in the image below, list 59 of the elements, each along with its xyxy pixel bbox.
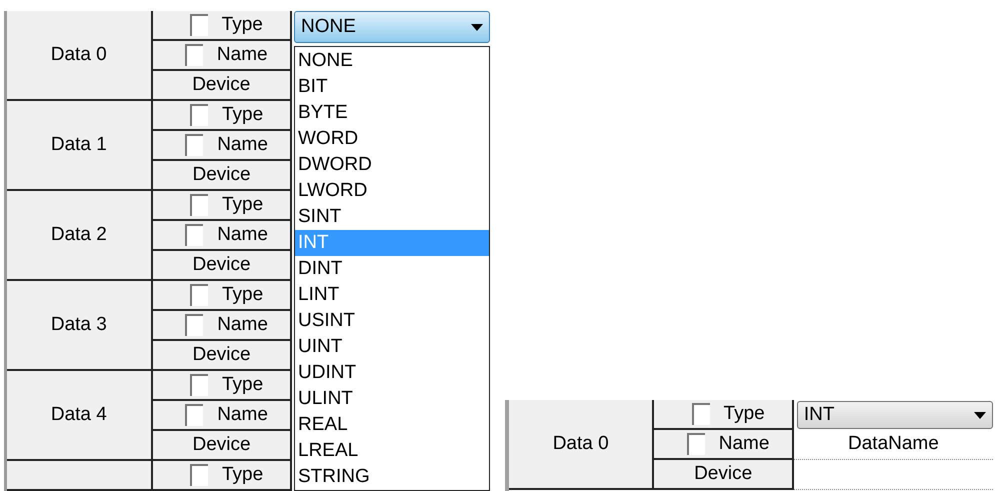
table-cell: Device <box>152 161 292 191</box>
checkbox[interactable] <box>184 44 203 66</box>
row-label: Type <box>222 282 264 307</box>
dropdown-option[interactable]: BYTE <box>295 100 489 126</box>
table-cell: Data 0 <box>509 400 654 490</box>
row-label: Type <box>724 402 765 426</box>
dropdown-option[interactable]: USINT <box>295 308 489 334</box>
checkbox[interactable] <box>190 14 208 36</box>
checkbox[interactable] <box>190 194 208 216</box>
name-field[interactable]: DataName <box>848 430 939 459</box>
dropdown-option[interactable]: DWORD <box>295 152 489 178</box>
dropdown-option[interactable]: LINT <box>295 282 489 308</box>
table-cell: Data 2 <box>7 191 153 281</box>
dropdown-option[interactable]: UINT <box>295 334 489 360</box>
dropdown-option[interactable]: UDINT <box>295 360 489 386</box>
table-cell: Device <box>152 71 292 101</box>
table-cell: Device <box>152 251 292 281</box>
row-label: Type <box>222 12 263 37</box>
table-cell: Device <box>152 341 292 371</box>
table-cell: Data 1 <box>7 101 153 191</box>
row-label: Name <box>217 402 268 427</box>
row-label: Type <box>222 462 264 487</box>
table-cell: Data 3 <box>7 281 153 371</box>
row-label: Type <box>222 372 264 397</box>
row-label: Name <box>216 42 268 67</box>
table-cell: Device <box>654 460 794 490</box>
table-cell: Data 0 <box>7 11 152 101</box>
row-label: Name <box>217 222 268 247</box>
checkbox[interactable] <box>190 104 208 126</box>
dropdown-option[interactable]: REAL <box>295 412 489 438</box>
dropdown-option[interactable]: STRING <box>295 464 489 490</box>
checkbox[interactable] <box>185 314 204 336</box>
table-cell: Data 4 <box>7 371 153 461</box>
dropdown-option[interactable]: LREAL <box>295 438 489 464</box>
row-label: Name <box>217 132 268 157</box>
checkbox[interactable] <box>686 433 705 455</box>
row-label: Type <box>222 102 264 127</box>
checkbox[interactable] <box>185 134 204 156</box>
checkbox[interactable] <box>190 464 208 486</box>
caret-icon <box>471 24 483 30</box>
table-cell: Device <box>152 431 292 461</box>
dropdown-option[interactable]: LWORD <box>295 178 489 204</box>
dropdown-option[interactable]: ULINT <box>295 386 489 412</box>
checkbox[interactable] <box>692 403 710 425</box>
type-dropdown[interactable]: NONE <box>294 11 490 43</box>
checkbox[interactable] <box>185 404 204 426</box>
dropdown-option[interactable]: BIT <box>295 74 489 100</box>
caret-icon <box>974 412 986 418</box>
row-label: Name <box>217 312 268 337</box>
row-label: Name <box>718 432 770 456</box>
dropdown-option[interactable]: DINT <box>295 256 489 282</box>
dropdown-option[interactable]: NONE <box>295 48 489 74</box>
checkbox[interactable] <box>185 224 204 246</box>
dropdown-option[interactable]: WORD <box>295 126 489 152</box>
checkbox[interactable] <box>190 284 208 306</box>
type-dropdown[interactable]: INT <box>796 401 993 429</box>
dropdown-option[interactable]: SINT <box>295 204 489 230</box>
checkbox[interactable] <box>190 374 208 396</box>
row-label: Type <box>222 192 264 217</box>
